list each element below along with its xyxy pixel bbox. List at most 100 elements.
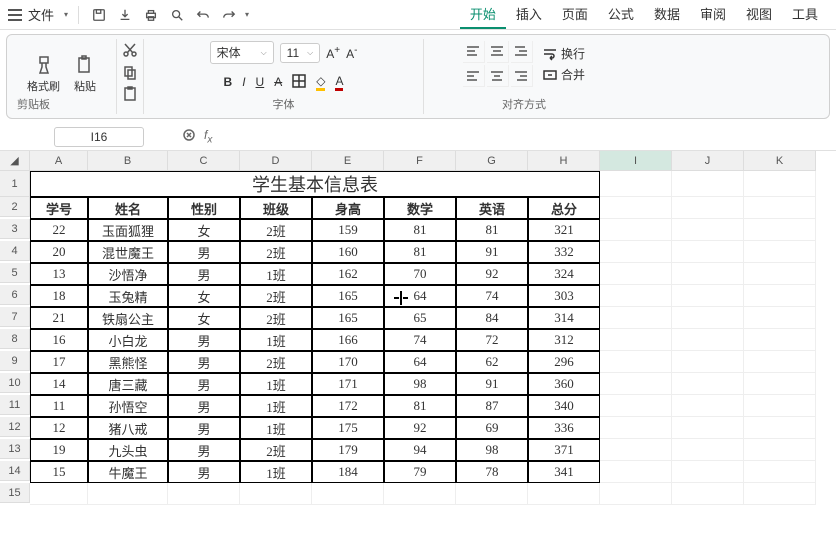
table-cell[interactable]: 男 <box>168 263 240 285</box>
tab-审阅[interactable]: 审阅 <box>690 0 736 29</box>
col-header-K[interactable]: K <box>744 151 816 171</box>
table-cell[interactable]: 男 <box>168 351 240 373</box>
table-cell[interactable]: 64 <box>384 285 456 307</box>
empty-cell[interactable] <box>744 241 816 263</box>
empty-cell[interactable] <box>672 241 744 263</box>
empty-cell[interactable] <box>672 461 744 483</box>
table-cell[interactable]: 12 <box>30 417 88 439</box>
empty-cell[interactable] <box>672 351 744 373</box>
empty-cell[interactable] <box>456 483 528 505</box>
table-cell[interactable]: 2班 <box>240 307 312 329</box>
table-cell[interactable]: 321 <box>528 219 600 241</box>
table-cell[interactable]: 303 <box>528 285 600 307</box>
font-color-button[interactable]: A <box>335 74 343 91</box>
empty-cell[interactable] <box>672 263 744 285</box>
align-center-icon[interactable] <box>487 65 509 87</box>
empty-cell[interactable] <box>744 197 816 219</box>
table-cell[interactable]: 84 <box>456 307 528 329</box>
file-menu[interactable]: 文件 <box>28 5 54 24</box>
table-cell[interactable]: 87 <box>456 395 528 417</box>
table-cell[interactable]: 孙悟空 <box>88 395 168 417</box>
table-cell[interactable]: 2班 <box>240 241 312 263</box>
row-header-14[interactable]: 14 <box>0 461 30 481</box>
row-header-6[interactable]: 6 <box>0 285 30 305</box>
empty-cell[interactable] <box>672 219 744 241</box>
table-cell[interactable]: 2班 <box>240 351 312 373</box>
table-cell[interactable]: 唐三藏 <box>88 373 168 395</box>
table-cell[interactable]: 2班 <box>240 439 312 461</box>
table-cell[interactable]: 70 <box>384 263 456 285</box>
table-cell[interactable]: 20 <box>30 241 88 263</box>
col-header-J[interactable]: J <box>672 151 744 171</box>
col-header-D[interactable]: D <box>240 151 312 171</box>
font-size-combo[interactable]: 11⌵ <box>280 43 321 63</box>
row-header-3[interactable]: 3 <box>0 219 30 239</box>
copy-icon[interactable] <box>121 63 139 81</box>
qat-caret-icon[interactable]: ▾ <box>245 10 249 19</box>
empty-cell[interactable] <box>240 483 312 505</box>
table-cell[interactable]: 74 <box>384 329 456 351</box>
paste-button[interactable]: 粘贴 <box>70 52 100 96</box>
table-cell[interactable]: 172 <box>312 395 384 417</box>
align-left-icon[interactable] <box>463 65 485 87</box>
row-header-7[interactable]: 7 <box>0 307 30 327</box>
table-cell[interactable]: 159 <box>312 219 384 241</box>
table-cell[interactable]: 1班 <box>240 395 312 417</box>
empty-cell[interactable] <box>600 439 672 461</box>
merge-button[interactable]: 合并 <box>543 66 585 83</box>
empty-cell[interactable] <box>744 439 816 461</box>
table-cell[interactable]: 81 <box>384 241 456 263</box>
table-cell[interactable]: 1班 <box>240 263 312 285</box>
table-cell[interactable]: 74 <box>456 285 528 307</box>
table-cell[interactable]: 男 <box>168 373 240 395</box>
empty-cell[interactable] <box>672 197 744 219</box>
table-cell[interactable]: 78 <box>456 461 528 483</box>
empty-cell[interactable] <box>312 483 384 505</box>
tab-工具[interactable]: 工具 <box>782 0 828 29</box>
table-cell[interactable]: 340 <box>528 395 600 417</box>
save-icon[interactable] <box>89 5 109 25</box>
table-cell[interactable]: 18 <box>30 285 88 307</box>
table-cell[interactable]: 1班 <box>240 461 312 483</box>
empty-cell[interactable] <box>744 351 816 373</box>
empty-cell[interactable] <box>744 263 816 285</box>
table-cell[interactable]: 男 <box>168 417 240 439</box>
table-cell[interactable]: 男 <box>168 395 240 417</box>
empty-cell[interactable] <box>600 483 672 505</box>
table-cell[interactable]: 360 <box>528 373 600 395</box>
table-cell[interactable]: 2班 <box>240 285 312 307</box>
empty-cell[interactable] <box>600 351 672 373</box>
empty-cell[interactable] <box>672 171 744 197</box>
table-cell[interactable]: 92 <box>384 417 456 439</box>
table-cell[interactable]: 1班 <box>240 329 312 351</box>
table-cell[interactable]: 91 <box>456 373 528 395</box>
table-cell[interactable]: 19 <box>30 439 88 461</box>
table-cell[interactable]: 98 <box>456 439 528 461</box>
spreadsheet[interactable]: ◢ABCDEFGHIJK1学生基本信息表2学号姓名性别班级身高数学英语总分322… <box>0 151 836 552</box>
redo-icon[interactable] <box>219 5 239 25</box>
tab-数据[interactable]: 数据 <box>644 0 690 29</box>
print-icon[interactable] <box>141 5 161 25</box>
table-cell[interactable]: 312 <box>528 329 600 351</box>
table-cell[interactable]: 296 <box>528 351 600 373</box>
align-bottom-icon[interactable] <box>511 41 533 63</box>
table-cell[interactable]: 16 <box>30 329 88 351</box>
empty-cell[interactable] <box>30 483 88 505</box>
table-cell[interactable]: 女 <box>168 285 240 307</box>
format-brush-button[interactable]: 格式刷 <box>23 52 64 96</box>
table-cell[interactable]: 男 <box>168 241 240 263</box>
empty-cell[interactable] <box>672 307 744 329</box>
row-header-5[interactable]: 5 <box>0 263 30 283</box>
cut-icon[interactable] <box>121 41 139 59</box>
empty-cell[interactable] <box>600 329 672 351</box>
table-cell[interactable]: 175 <box>312 417 384 439</box>
row-header-9[interactable]: 9 <box>0 351 30 371</box>
table-cell[interactable]: 81 <box>384 395 456 417</box>
table-cell[interactable]: 65 <box>384 307 456 329</box>
empty-cell[interactable] <box>744 461 816 483</box>
name-box[interactable]: I16 <box>54 127 144 147</box>
table-cell[interactable]: 81 <box>384 219 456 241</box>
table-cell[interactable]: 160 <box>312 241 384 263</box>
row-header-13[interactable]: 13 <box>0 439 30 459</box>
empty-cell[interactable] <box>744 171 816 197</box>
